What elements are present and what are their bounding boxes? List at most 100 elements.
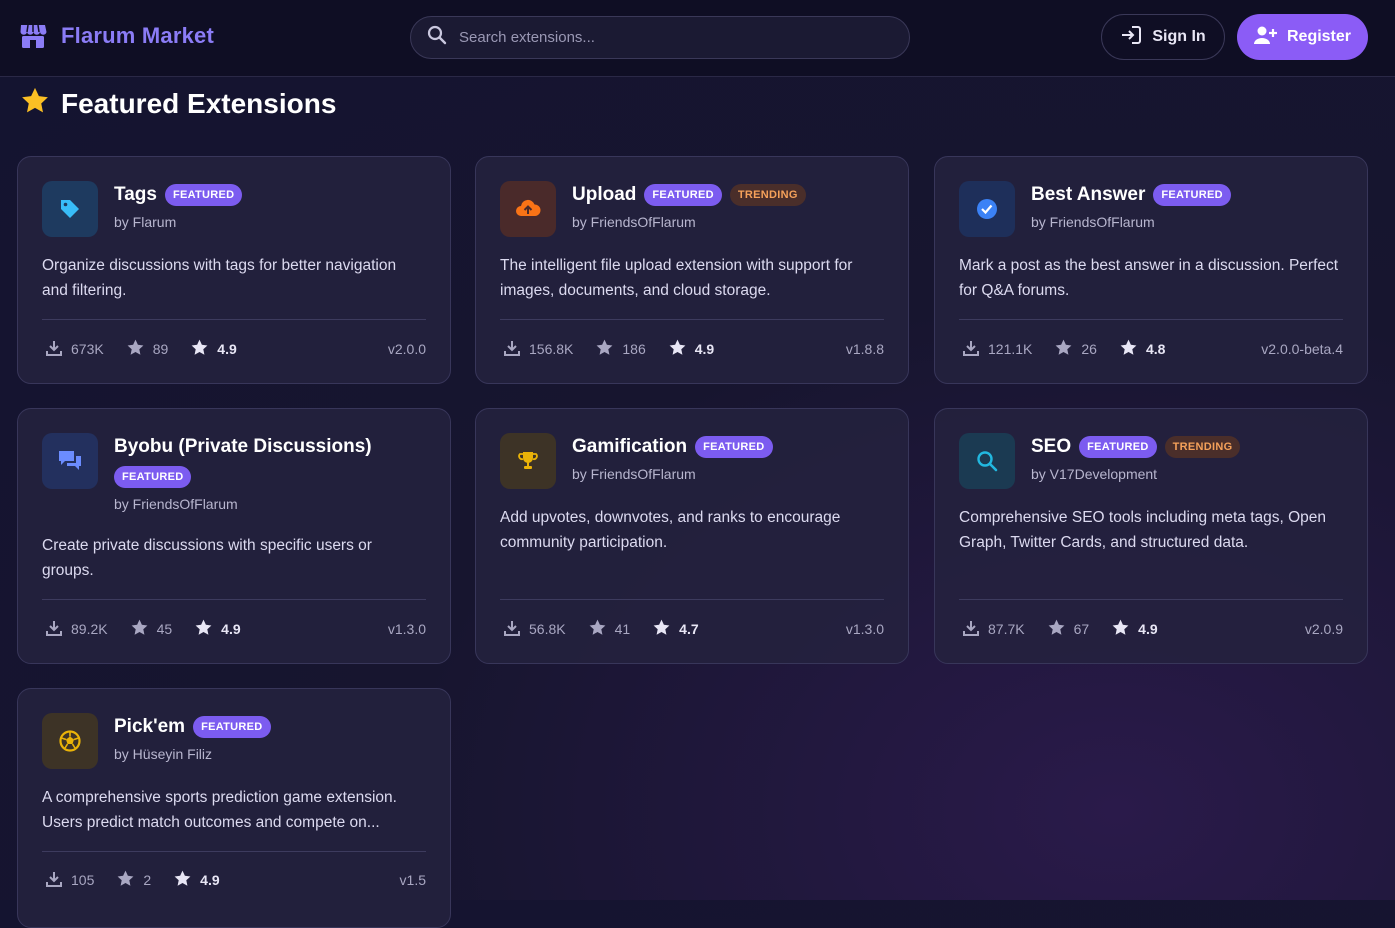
star-icon	[1047, 618, 1066, 640]
card-divider	[42, 851, 426, 852]
extension-card[interactable]: Tags FEATURED by Flarum Organize discuss…	[17, 156, 451, 384]
cloud-upload-icon	[500, 181, 556, 237]
star-value: 186	[622, 341, 646, 357]
chat-bubbles-icon	[42, 433, 98, 489]
sign-in-button[interactable]: Sign In	[1101, 14, 1225, 60]
rating-value: 4.9	[1138, 621, 1158, 637]
extension-author: by Flarum	[114, 214, 177, 230]
star-value: 45	[156, 621, 173, 637]
download-count: 156.8K	[503, 339, 573, 360]
extension-version: v1.3.0	[387, 621, 426, 637]
card-header: SEO FEATURED TRENDING by V17Development	[1031, 436, 1347, 482]
extension-card[interactable]: Gamification FEATURED by FriendsOfFlarum…	[475, 408, 909, 664]
extension-title[interactable]: Pick'em	[114, 716, 185, 738]
rating: 4.9	[173, 869, 220, 891]
extension-stats: 121.1K 26 4.8 v2.0.0-beta.4	[962, 338, 1343, 360]
download-icon	[503, 619, 521, 640]
rating: 4.7	[652, 618, 699, 640]
star-count: 26	[1054, 338, 1097, 360]
top-bar: Flarum Market Sign In Register	[0, 0, 1395, 77]
extension-version: v2.0.0-beta.4	[1261, 341, 1343, 357]
extension-version: v2.0.9	[1304, 621, 1343, 637]
star-value: 2	[143, 872, 152, 888]
rating-star-icon	[668, 338, 687, 360]
register-button[interactable]: Register	[1237, 14, 1368, 60]
sign-in-icon	[1120, 25, 1142, 50]
card-divider	[500, 319, 884, 320]
extension-title[interactable]: Tags	[114, 184, 157, 206]
extension-title[interactable]: Byobu (Private Discussions)	[114, 436, 372, 458]
extension-author: by V17Development	[1031, 466, 1158, 482]
download-count: 89.2K	[45, 619, 108, 640]
check-circle-icon	[959, 181, 1015, 237]
card-header: Best Answer FEATURED by FriendsOfFlarum	[1031, 184, 1347, 230]
extension-card[interactable]: Upload FEATURED TRENDING by FriendsOfFlar…	[475, 156, 909, 384]
card-header: Gamification FEATURED by FriendsOfFlarum	[572, 436, 888, 482]
rating-value: 4.7	[679, 621, 699, 637]
card-header: Byobu (Private Discussions) FEATURED by …	[114, 436, 430, 512]
badge-featured: FEATURED	[193, 716, 271, 738]
extension-card[interactable]: SEO FEATURED TRENDING by V17Development C…	[934, 408, 1368, 664]
rating: 4.8	[1119, 338, 1165, 360]
extension-version: v1.5	[399, 872, 426, 888]
rating-star-icon	[1111, 618, 1130, 640]
rating-value: 4.9	[200, 872, 220, 888]
rating-star-icon	[1119, 338, 1138, 360]
extension-author: by FriendsOfFlarum	[1031, 214, 1155, 230]
rating-value: 4.8	[1145, 341, 1166, 357]
search-input[interactable]	[459, 29, 879, 46]
rating-star-icon	[652, 618, 671, 640]
card-divider	[42, 319, 426, 320]
star-icon	[588, 618, 607, 640]
extension-author: by FriendsOfFlarum	[572, 214, 696, 230]
star-value: 67	[1073, 621, 1090, 637]
star-value: 41	[614, 621, 631, 637]
star-count: 2	[116, 869, 151, 891]
extension-title[interactable]: Gamification	[572, 436, 687, 458]
extension-version: v1.3.0	[845, 621, 884, 637]
card-divider	[42, 599, 426, 600]
extension-description: Mark a post as the best answer in a disc…	[959, 257, 1339, 299]
star-icon	[1054, 338, 1073, 360]
extension-stats: 89.2K 45 4.9 v1.3.0	[45, 618, 426, 640]
search-icon	[427, 25, 447, 50]
rating-star-icon	[194, 618, 213, 640]
extension-card[interactable]: Byobu (Private Discussions) FEATURED by …	[17, 408, 451, 664]
extension-title[interactable]: Upload	[572, 184, 636, 206]
user-plus-icon	[1253, 25, 1278, 50]
extension-card[interactable]: Best Answer FEATURED by FriendsOfFlarum …	[934, 156, 1368, 384]
extension-card[interactable]: Pick'em FEATURED by Hüseyin Filiz A comp…	[17, 688, 451, 928]
section-title: Featured Extensions	[61, 87, 337, 119]
card-divider	[959, 599, 1343, 600]
star-count: 186	[595, 338, 646, 360]
star-value: 89	[152, 341, 169, 357]
badge-featured: FEATURED	[1079, 436, 1157, 458]
badge-trending: TRENDING	[1164, 436, 1241, 458]
star-value: 26	[1081, 341, 1097, 357]
card-divider	[500, 599, 884, 600]
brand-name: Flarum Market	[61, 23, 214, 48]
star-icon	[20, 86, 50, 121]
download-value: 156.8K	[529, 341, 574, 357]
brand-link[interactable]: Flarum Market	[19, 22, 214, 50]
extension-title[interactable]: SEO	[1031, 436, 1071, 458]
extension-description: The intelligent file upload extension wi…	[500, 257, 853, 299]
star-icon	[126, 338, 145, 360]
download-icon	[45, 339, 63, 360]
rating-star-icon	[190, 338, 209, 360]
extension-stats: 56.8K 41 4.7 v1.3.0	[503, 618, 884, 640]
star-icon	[116, 869, 135, 891]
badge-featured: FEATURED	[114, 466, 192, 488]
extension-title[interactable]: Best Answer	[1031, 184, 1145, 206]
register-label: Register	[1286, 28, 1352, 45]
extension-stats: 673K 89 4.9 v2.0.0	[45, 338, 426, 360]
download-value: 121.1K	[988, 341, 1033, 357]
download-value: 56.8K	[529, 621, 566, 637]
download-icon	[962, 619, 980, 640]
download-count: 56.8K	[503, 619, 566, 640]
rating-value: 4.9	[221, 621, 241, 637]
download-value: 89.2K	[71, 621, 108, 637]
download-count: 673K	[45, 339, 104, 360]
download-value: 673K	[71, 341, 104, 357]
search-box[interactable]	[410, 16, 910, 59]
